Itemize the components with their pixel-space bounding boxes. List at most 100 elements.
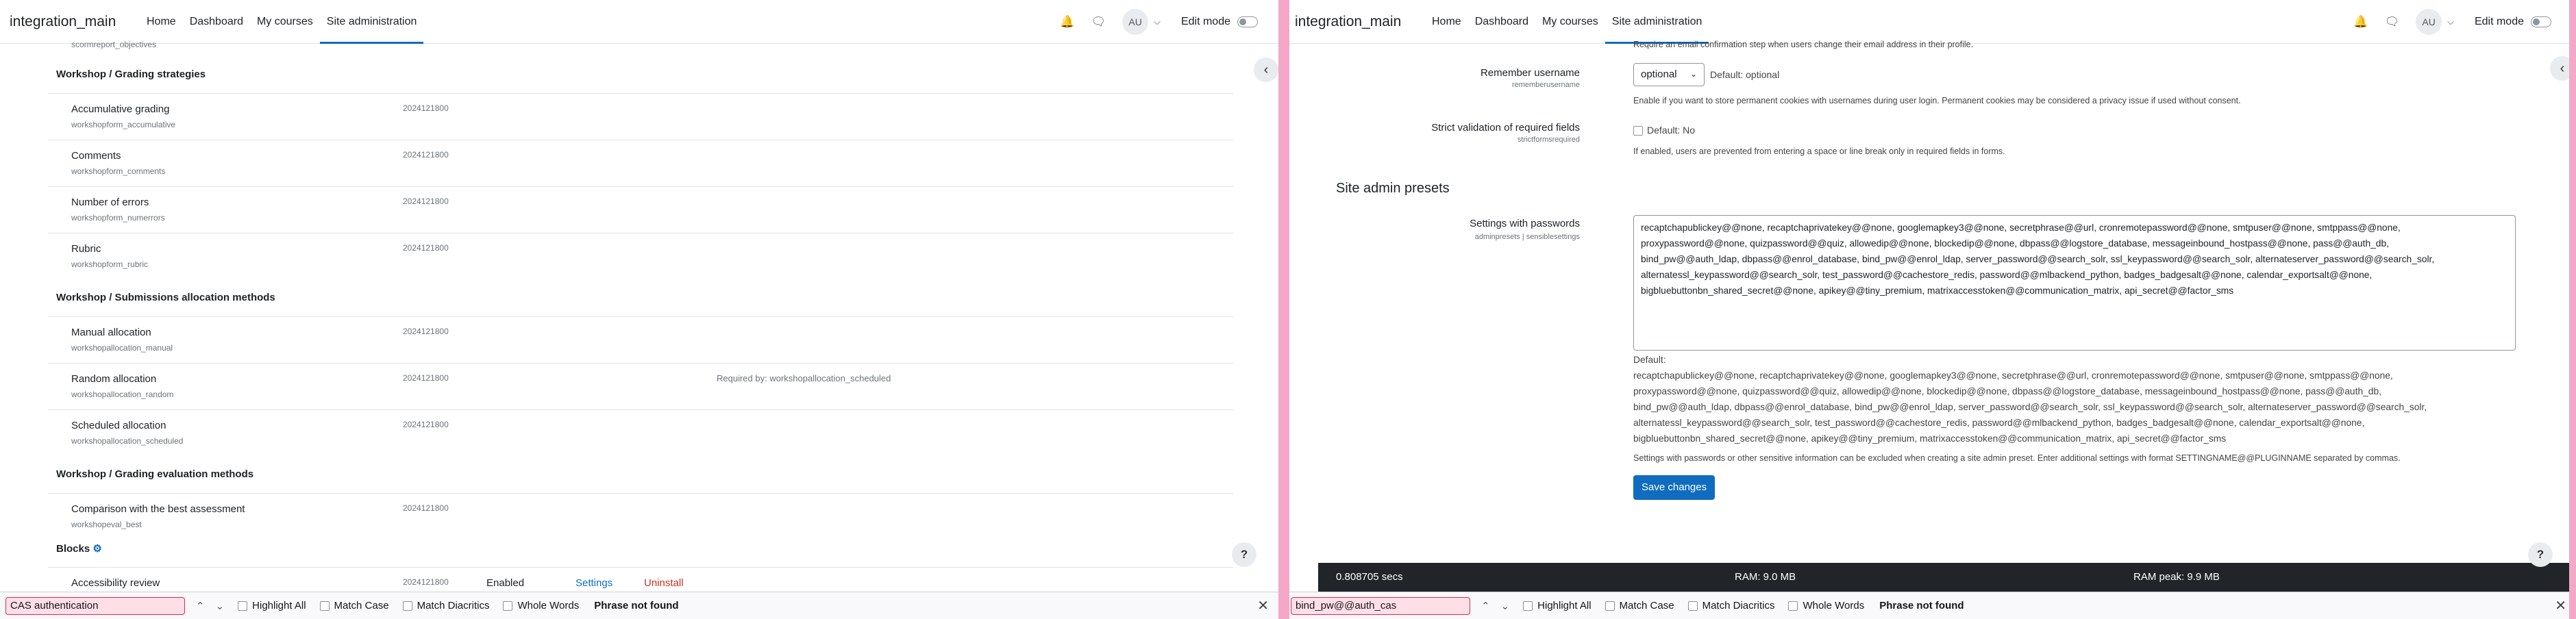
nav-home[interactable]: Home — [140, 0, 183, 44]
find-next-icon[interactable]: ⌄ — [1501, 600, 1510, 612]
edit-mode-label: Edit mode — [2474, 16, 2524, 27]
plugin-component: workshopform_accumulative — [71, 120, 176, 129]
help-button[interactable]: ? — [1232, 542, 1256, 567]
table-row: Rubric workshopform_rubric 2024121800 — [48, 233, 1233, 279]
top-navbar: integration_main Home Dashboard My cours… — [1289, 0, 2576, 44]
table-row: Manual allocation workshopallocation_man… — [48, 316, 1233, 363]
setting-label: Settings with passwords — [1470, 218, 1580, 229]
find-input[interactable] — [1291, 596, 1470, 615]
plugin-component: workshopallocation_scheduled — [71, 436, 184, 446]
strict-validation-checkbox[interactable] — [1633, 126, 1643, 136]
setting-description: Settings with passwords or other sensiti… — [1633, 453, 2401, 463]
textarea-line: recaptchapublickey@@none, recaptchapriva… — [1641, 223, 2401, 233]
site-brand[interactable]: integration_main — [10, 14, 140, 30]
chevron-down-icon[interactable]: ⌵ — [2447, 16, 2454, 27]
plugin-version: 2024121800 — [403, 197, 449, 206]
whole-words-checkbox[interactable]: Whole Words — [1788, 600, 1864, 611]
find-status: Phrase not found — [1879, 600, 1964, 611]
plugin-version: 2024121800 — [403, 373, 449, 383]
find-previous-icon[interactable]: ⌃ — [196, 600, 205, 612]
nav-site-administration[interactable]: Site administration — [319, 0, 424, 44]
bell-icon[interactable]: 🔔 — [1060, 15, 1074, 29]
setting-default: Default: optional — [1710, 69, 1780, 80]
plugin-component: workshopform_rubric — [71, 260, 149, 269]
plugin-name: Scheduled allocation — [71, 420, 166, 431]
setting-default: Default: recaptchapublickey@@none, recap… — [1633, 352, 2524, 446]
plugin-version: 2024121800 — [403, 503, 449, 513]
plugin-name: Random allocation — [71, 373, 157, 385]
plugin-name: Accessibility review — [71, 577, 160, 589]
settings-with-passwords-textarea[interactable]: recaptchapublickey@@none, recaptchapriva… — [1633, 215, 2516, 351]
select-value: optional — [1641, 68, 1677, 80]
find-bar: ⌃ ⌄ Highlight All Match Case Match Diacr… — [1289, 592, 2576, 619]
plugin-version: 2024121800 — [403, 150, 449, 160]
section-title: Blocks ⚙ — [56, 542, 102, 555]
footer-time: 0.808705 secs — [1336, 571, 1403, 583]
close-icon[interactable]: ✕ — [1257, 597, 1269, 614]
whole-words-label: Whole Words — [1803, 600, 1865, 611]
settings-link[interactable]: Settings — [575, 577, 612, 589]
plugin-status: Enabled — [486, 577, 525, 589]
match-case-checkbox[interactable]: Match Case — [319, 600, 389, 611]
highlight-all-checkbox[interactable]: Highlight All — [238, 600, 306, 611]
plugin-version: 2024121800 — [403, 243, 449, 253]
table-row: Comparison with the best assessment work… — [48, 493, 1233, 540]
chevron-down-icon[interactable]: ⌵ — [1154, 16, 1161, 27]
remember-username-select[interactable]: optional ⌄ — [1633, 63, 1705, 86]
find-next-icon[interactable]: ⌄ — [216, 600, 225, 612]
nav-my-courses[interactable]: My courses — [250, 0, 320, 44]
save-changes-button[interactable]: Save changes — [1633, 475, 1716, 500]
uninstall-link[interactable]: Uninstall — [644, 577, 684, 589]
default-line: recaptchapublickey@@none, recaptchapriva… — [1633, 370, 2393, 381]
section-heading: Site admin presets — [1336, 181, 1450, 196]
pane-divider — [1278, 0, 1289, 619]
nav-site-administration[interactable]: Site administration — [1605, 0, 1709, 44]
footer-ram-peak: RAM peak: 9.9 MB — [2133, 571, 2220, 583]
close-icon[interactable]: ✕ — [2555, 597, 2566, 614]
match-case-checkbox[interactable]: Match Case — [1605, 600, 1674, 611]
footer-ram: RAM: 9.0 MB — [1735, 571, 1796, 583]
find-previous-icon[interactable]: ⌃ — [1481, 600, 1490, 612]
section-title: Workshop / Grading strategies — [56, 68, 206, 80]
chevron-down-icon: ⌄ — [1689, 69, 1697, 79]
find-input[interactable] — [5, 596, 185, 615]
window-edge — [2569, 0, 2576, 619]
messages-icon[interactable]: 🗨 — [1091, 15, 1106, 29]
plugin-name: Accumulative grading — [71, 103, 170, 115]
help-button[interactable]: ? — [2528, 542, 2553, 567]
plugin-component: workshopeval_best — [71, 520, 142, 529]
section-title: Workshop / Submissions allocation method… — [56, 292, 275, 303]
plugin-name: Comparison with the best assessment — [71, 503, 245, 515]
bell-icon[interactable]: 🔔 — [2353, 15, 2368, 29]
plugin-component: workshopform_comments — [71, 166, 166, 176]
settings-form: Require an email confirmation step when … — [1289, 40, 2576, 604]
highlight-all-checkbox[interactable]: Highlight All — [1523, 600, 1592, 611]
edit-mode-label: Edit mode — [1180, 16, 1230, 27]
plugin-version: 2024121800 — [403, 420, 449, 429]
whole-words-checkbox[interactable]: Whole Words — [503, 600, 579, 611]
nav-dashboard[interactable]: Dashboard — [183, 0, 250, 44]
match-diacritics-checkbox[interactable]: Match Diacritics — [1687, 600, 1774, 611]
nav-home[interactable]: Home — [1425, 0, 1468, 44]
plugin-component: workshopallocation_random — [71, 390, 174, 399]
find-status: Phrase not found — [594, 600, 679, 611]
messages-icon[interactable]: 🗨 — [2385, 15, 2400, 29]
plugin-name: Manual allocation — [71, 327, 151, 338]
drawer-toggle-button[interactable]: ‹ — [1254, 58, 1278, 82]
edit-mode-toggle[interactable] — [1237, 16, 1258, 27]
nav-my-courses[interactable]: My courses — [1535, 0, 1605, 44]
textarea-line: bigbluebuttonbn_shared_secret@@none, api… — [1641, 286, 2234, 296]
highlight-all-label: Highlight All — [252, 600, 306, 611]
default-line: bigbluebuttonbn_shared_secret@@none, api… — [1633, 433, 2227, 444]
table-row: Random allocation workshopallocation_ran… — [48, 363, 1233, 409]
setting-description: Require an email confirmation step when … — [1633, 40, 1974, 49]
avatar[interactable]: AU — [2416, 9, 2442, 35]
nav-dashboard[interactable]: Dashboard — [1468, 0, 1535, 44]
site-brand[interactable]: integration_main — [1295, 14, 1425, 30]
cut-off-text: scormreport_objectives — [71, 40, 157, 49]
match-diacritics-checkbox[interactable]: Match Diacritics — [402, 600, 489, 611]
edit-mode-toggle[interactable] — [2531, 16, 2551, 27]
plugin-name: Rubric — [71, 243, 101, 255]
avatar[interactable]: AU — [1122, 9, 1149, 35]
gear-icon[interactable]: ⚙ — [92, 543, 101, 555]
